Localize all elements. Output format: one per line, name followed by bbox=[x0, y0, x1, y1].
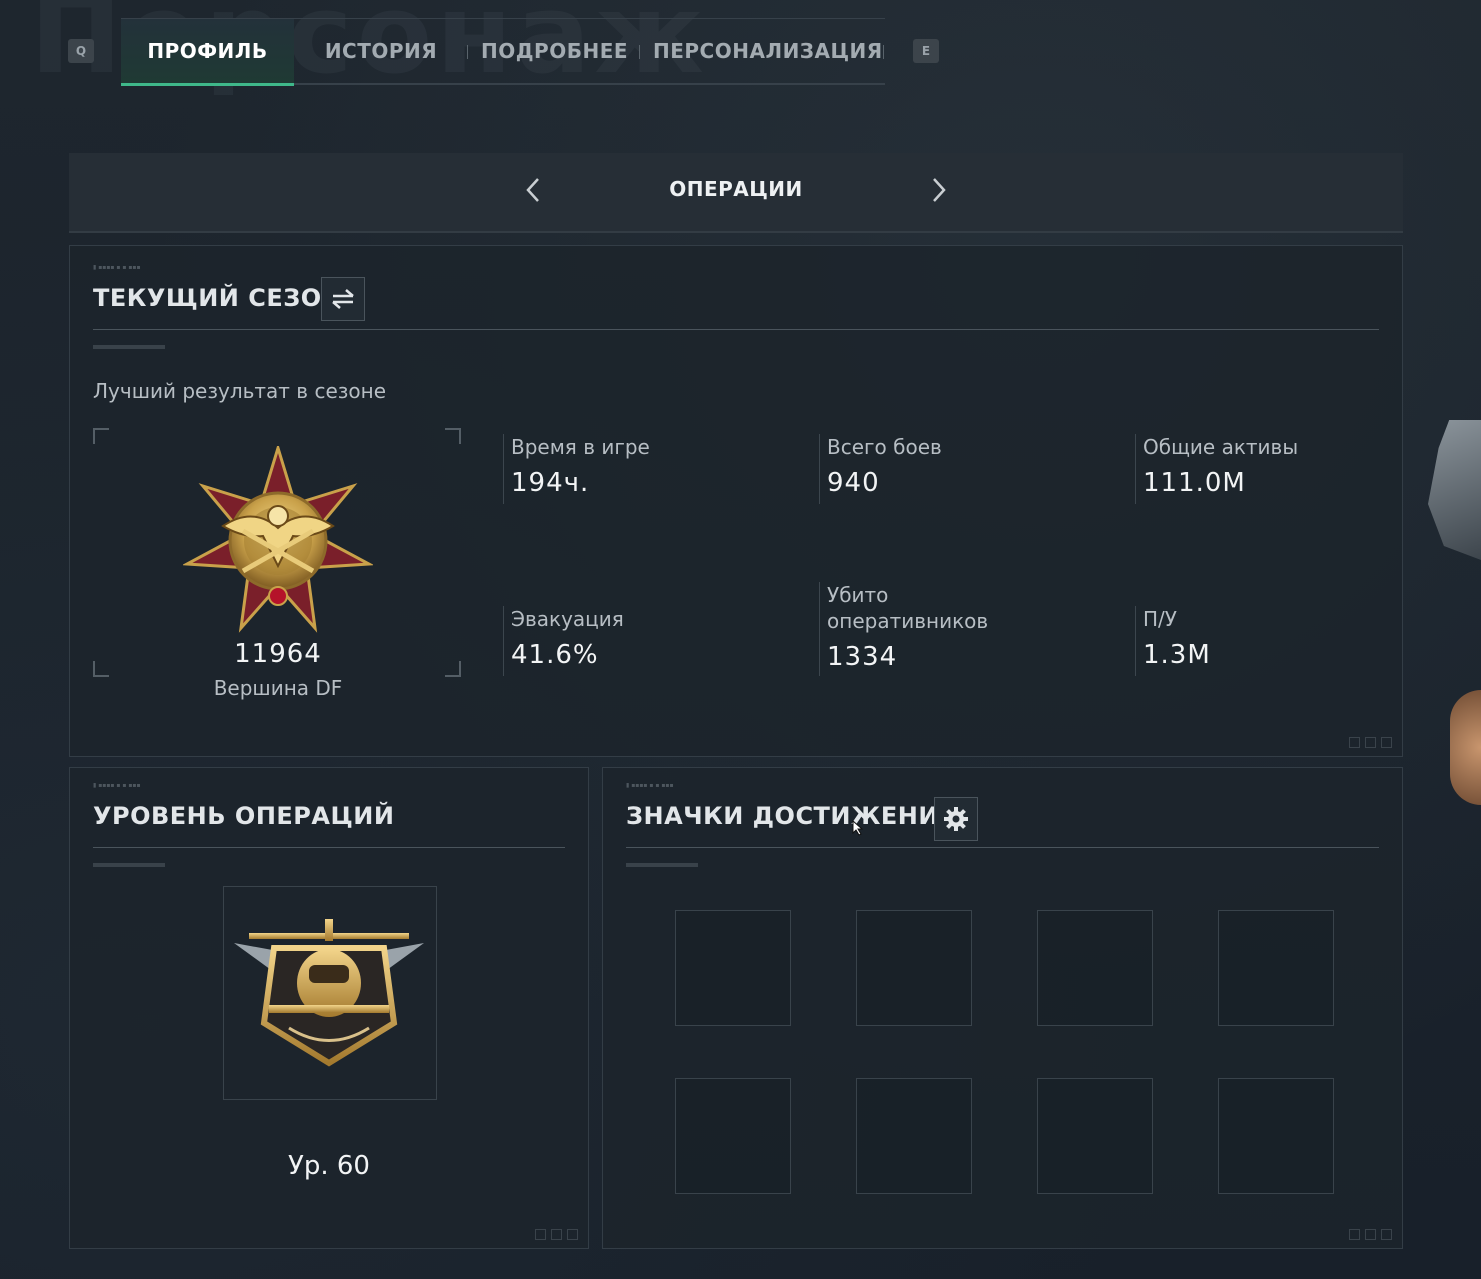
rank-name: Вершина DF bbox=[213, 676, 343, 700]
stat-total-battles: Всего боев 940 bbox=[819, 434, 1087, 504]
key-e-hint[interactable]: E bbox=[913, 39, 939, 63]
decor-dots bbox=[535, 1229, 578, 1240]
stat-total-assets: Общие активы 111.0M bbox=[1135, 434, 1393, 504]
rank-points: 11964 bbox=[234, 639, 322, 669]
mouse-cursor-icon bbox=[852, 819, 864, 840]
mode-selector: ОПЕРАЦИИ bbox=[69, 153, 1403, 233]
tab-profile[interactable]: ПРОФИЛЬ bbox=[121, 19, 294, 86]
gear-icon[interactable] bbox=[934, 797, 978, 841]
character-hand-partial bbox=[1450, 690, 1481, 805]
decor-microtext: ▮ ▪▪▪▪ ▪ ▪ ▪▪▪ bbox=[93, 264, 141, 271]
ops-level-value: Ур. 60 bbox=[288, 1151, 370, 1181]
ops-level-title: УРОВЕНЬ ОПЕРАЦИЙ bbox=[93, 802, 395, 830]
tab-separator bbox=[883, 45, 884, 59]
mode-title: ОПЕРАЦИИ bbox=[669, 177, 803, 201]
ops-level-panel: ▮ ▪▪▪▪ ▪ ▪ ▪▪▪ УРОВЕНЬ ОПЕРАЦИЙ Ур. 60 bbox=[69, 767, 589, 1249]
badge-slot[interactable] bbox=[1037, 1078, 1153, 1194]
frame-corner bbox=[93, 428, 109, 444]
season-panel: ▮ ▪▪▪▪ ▪ ▪ ▪▪▪ ТЕКУЩИЙ СЕЗОН Лучший резу… bbox=[69, 245, 1403, 757]
helicopter-emblem-icon bbox=[229, 913, 429, 1073]
tab-personalization[interactable]: ПЕРСОНАЛИЗАЦИЯ bbox=[653, 19, 882, 83]
badge-slot[interactable] bbox=[675, 1078, 791, 1194]
badge-slot[interactable] bbox=[1037, 910, 1153, 1026]
decor-dots bbox=[1349, 737, 1392, 748]
badge-slot[interactable] bbox=[1218, 1078, 1334, 1194]
frame-corner bbox=[445, 661, 461, 677]
stat-value: 111.0M bbox=[1143, 468, 1246, 498]
divider bbox=[93, 847, 565, 848]
stat-label: Эвакуация bbox=[511, 607, 624, 631]
decor-bar bbox=[626, 863, 698, 867]
badge-slot[interactable] bbox=[1218, 910, 1334, 1026]
tab-separator bbox=[467, 45, 468, 59]
stat-value: 1.3M bbox=[1143, 640, 1211, 670]
key-q-hint[interactable]: Q bbox=[68, 39, 94, 63]
best-result-label: Лучший результат в сезоне bbox=[93, 379, 386, 403]
tab-bar: ПРОФИЛЬ ИСТОРИЯ ПОДРОБНЕЕ ПЕРСОНАЛИЗАЦИЯ bbox=[121, 18, 885, 86]
stat-label: П/У bbox=[1143, 607, 1177, 631]
frame-corner bbox=[93, 661, 109, 677]
tab-details[interactable]: ПОДРОБНЕЕ bbox=[481, 19, 628, 83]
badge-slot[interactable] bbox=[856, 910, 972, 1026]
stat-label: Общие активы bbox=[1143, 435, 1299, 459]
chevron-right-icon[interactable] bbox=[924, 175, 954, 209]
achievements-title: ЗНАЧКИ ДОСТИЖЕНИЙ bbox=[626, 802, 960, 830]
tab-history[interactable]: ИСТОРИЯ bbox=[311, 19, 451, 83]
decor-bar bbox=[93, 345, 165, 349]
divider bbox=[626, 847, 1379, 848]
divider bbox=[93, 329, 1379, 330]
decor-microtext: ▮ ▪▪▪▪ ▪ ▪ ▪▪▪ bbox=[626, 782, 674, 789]
decor-microtext: ▮ ▪▪▪▪ ▪ ▪ ▪▪▪ bbox=[93, 782, 141, 789]
decor-dots bbox=[1349, 1229, 1392, 1240]
stat-label: Убито оперативников bbox=[827, 583, 989, 633]
stat-operatives-killed: Убито оперативников 1334 bbox=[819, 582, 1002, 676]
frame-corner bbox=[445, 428, 461, 444]
rank-medal-icon bbox=[181, 442, 375, 636]
stat-extraction: Эвакуация 41.6% bbox=[503, 606, 771, 676]
stat-value: 41.6% bbox=[511, 640, 599, 670]
decor-bar bbox=[93, 863, 165, 867]
stat-kd: П/У 1.3M bbox=[1135, 606, 1393, 676]
stat-value: 1334 bbox=[827, 642, 898, 672]
stat-value: 940 bbox=[827, 468, 880, 498]
achievements-panel: ▮ ▪▪▪▪ ▪ ▪ ▪▪▪ ЗНАЧКИ ДОСТИЖЕНИЙ bbox=[602, 767, 1403, 1249]
season-title: ТЕКУЩИЙ СЕЗОН bbox=[93, 284, 343, 312]
stat-value: 194ч. bbox=[511, 468, 590, 498]
stat-label: Время в игре bbox=[511, 435, 650, 459]
badge-slot[interactable] bbox=[856, 1078, 972, 1194]
swap-arrows-icon[interactable] bbox=[321, 277, 365, 321]
badge-slot[interactable] bbox=[675, 910, 791, 1026]
stat-label: Всего боев bbox=[827, 435, 942, 459]
stat-playtime: Время в игре 194ч. bbox=[503, 434, 771, 504]
tab-separator bbox=[639, 45, 640, 59]
